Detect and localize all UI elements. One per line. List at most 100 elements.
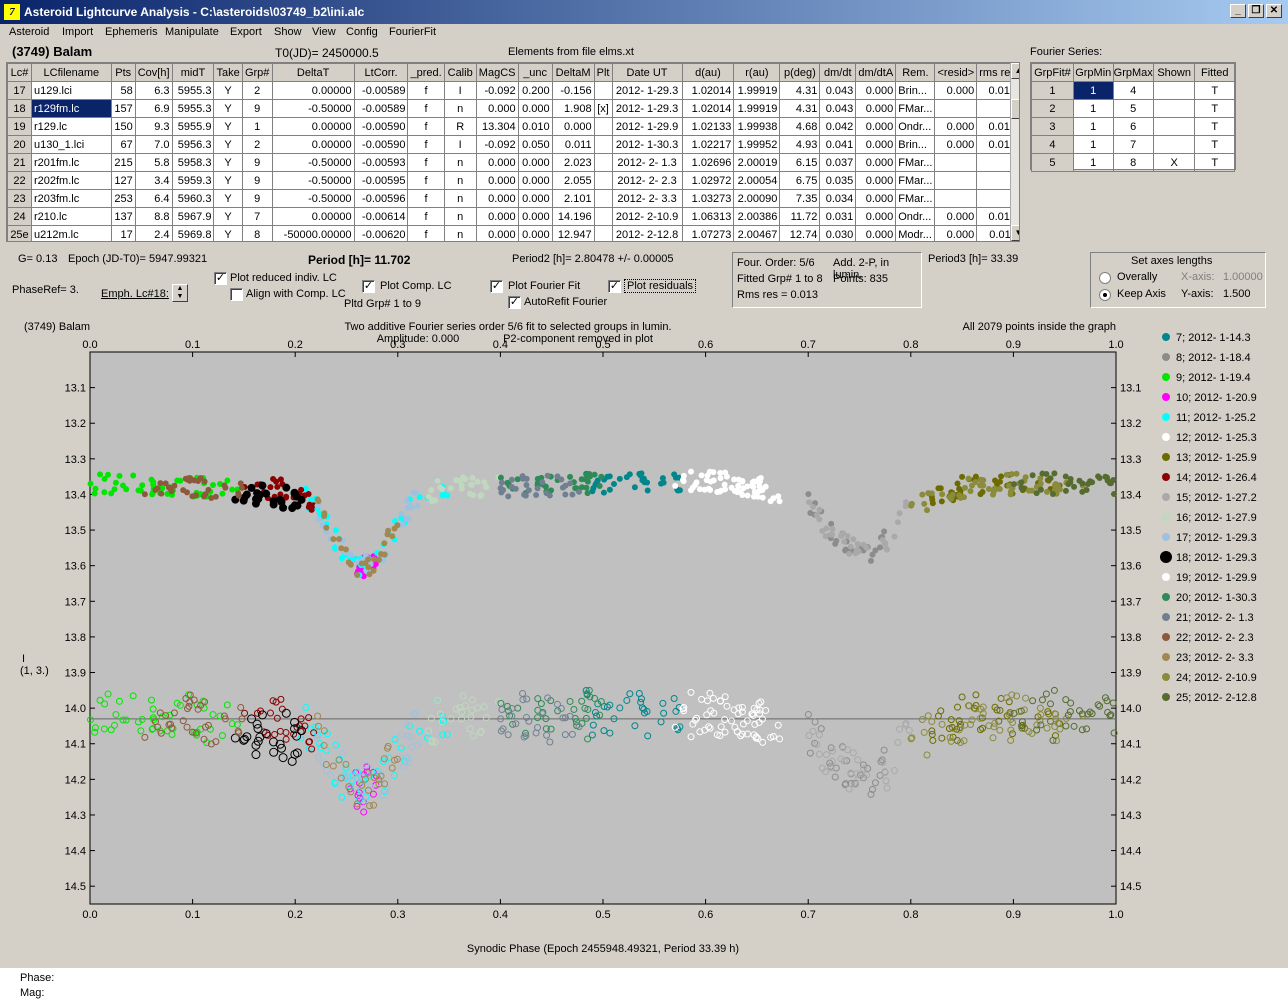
table-cell[interactable]: f (407, 189, 445, 208)
fourier-cell[interactable]: 7 (1112, 135, 1154, 154)
table-cell[interactable]: 1.99919 (733, 81, 781, 100)
table-cell[interactable]: 9.3 (134, 117, 173, 136)
table-cell[interactable]: -0.00590 (353, 117, 409, 136)
minimize-button[interactable]: _ (1230, 4, 1246, 18)
lightcurve-chart[interactable]: 0.00.00.10.10.20.20.30.30.40.40.50.50.60… (18, 316, 1270, 962)
fourier-column-header[interactable]: GrpMax (1112, 63, 1154, 82)
row-header[interactable]: 19 (7, 117, 32, 136)
table-cell[interactable]: Y (213, 81, 243, 100)
fourier-row[interactable]: 114T (1031, 81, 1235, 100)
table-cell[interactable] (934, 189, 978, 208)
menu-show[interactable]: Show (274, 26, 302, 38)
table-cell[interactable]: 0.000 (475, 225, 519, 241)
column-header[interactable]: d(au) (681, 63, 735, 82)
table-cell[interactable]: f (407, 99, 445, 118)
table-cell[interactable]: r210.lc (30, 207, 112, 226)
table-cell[interactable]: u212m.lc (30, 225, 112, 241)
table-cell[interactable]: 0.00000 (271, 207, 355, 226)
table-cell[interactable]: 2012- 2- 3.3 (611, 189, 683, 208)
table-cell[interactable]: 0.000 (475, 171, 519, 190)
table-cell[interactable]: 6.9 (134, 99, 173, 118)
table-cell[interactable]: 7 (241, 207, 273, 226)
table-cell[interactable]: 2012- 1-30.3 (611, 135, 683, 154)
table-cell[interactable]: f (407, 207, 445, 226)
table-cell[interactable]: Y (213, 99, 243, 118)
align-checkbox[interactable] (230, 288, 243, 301)
table-cell[interactable] (593, 171, 613, 190)
table-cell[interactable]: 2.023 (551, 153, 595, 172)
plot-fourier-checkbox[interactable]: ✓ (490, 280, 503, 293)
fourier-cell[interactable] (1152, 135, 1196, 154)
plot-reduced-checkbox[interactable]: ✓ (214, 272, 227, 285)
table-cell[interactable]: n (443, 99, 477, 118)
table-cell[interactable]: n (443, 153, 477, 172)
emph-spinner[interactable]: ▲ ▼ (172, 284, 188, 302)
table-cell[interactable]: 150 (110, 117, 136, 136)
table-cell[interactable]: Ondr... (895, 207, 936, 226)
table-row[interactable]: 21 r201fm.lc 215 5.8 5958.3 Y 9 -0.50000 -0.0059… (7, 153, 1019, 172)
table-cell[interactable]: 2.055 (551, 171, 595, 190)
column-header[interactable]: MagCS (475, 63, 519, 82)
table-cell[interactable]: 9 (241, 189, 273, 208)
table-cell[interactable]: 127 (110, 171, 136, 190)
table-cell[interactable]: 0.000 (934, 207, 978, 226)
table-cell[interactable]: 17 (110, 225, 136, 241)
table-cell[interactable]: FMar... (895, 153, 936, 172)
fourier-row[interactable]: 215 T (1031, 99, 1235, 118)
table-cell[interactable]: 5955.3 (171, 81, 215, 100)
table-cell[interactable] (934, 153, 978, 172)
table-cell[interactable]: u129.lci (30, 81, 112, 100)
table-cell[interactable]: 215 (110, 153, 136, 172)
table-cell[interactable]: 0.042 (819, 117, 857, 136)
table-cell[interactable]: 5959.3 (171, 171, 215, 190)
table-cell[interactable]: 9 (241, 153, 273, 172)
table-cell[interactable]: Y (213, 189, 243, 208)
table-cell[interactable]: 0.035 (819, 171, 857, 190)
table-cell[interactable]: f (407, 171, 445, 190)
table-cell[interactable]: Y (213, 225, 243, 241)
table-cell[interactable]: Modr... (895, 225, 936, 241)
table-cell[interactable]: 0.000 (934, 117, 978, 136)
table-cell[interactable]: 4.31 (779, 99, 821, 118)
table-cell[interactable]: FMar... (895, 189, 936, 208)
menu-import[interactable]: Import (62, 26, 93, 38)
fourier-cell[interactable]: 5 (1112, 99, 1154, 118)
scroll-down-button[interactable]: ▼ (1011, 225, 1019, 241)
column-header[interactable]: Plt (593, 63, 613, 82)
table-scrollbar[interactable]: ▲ ▼ (1010, 63, 1019, 241)
table-cell[interactable]: 2012- 2-12.8 (611, 225, 683, 241)
table-cell[interactable]: 5967.9 (171, 207, 215, 226)
table-cell[interactable]: I (443, 81, 477, 100)
column-header[interactable]: DeltaT (271, 63, 355, 82)
table-cell[interactable]: -0.00620 (353, 225, 409, 241)
table-cell[interactable]: -0.50000 (271, 171, 355, 190)
table-cell[interactable]: 0.011 (551, 135, 595, 154)
table-cell[interactable]: 1.02133 (681, 117, 735, 136)
column-header[interactable]: <resid> (934, 63, 978, 82)
table-cell[interactable]: -0.50000 (271, 153, 355, 172)
table-cell[interactable]: 6.15 (779, 153, 821, 172)
table-cell[interactable]: 2012- 2-10.9 (611, 207, 683, 226)
fourier-cell[interactable]: X (1152, 153, 1196, 172)
fourier-cell[interactable] (1152, 81, 1196, 100)
table-cell[interactable]: 0.000 (855, 135, 897, 154)
column-header[interactable]: DeltaM (551, 63, 595, 82)
table-cell[interactable]: 2.00090 (733, 189, 781, 208)
yaxis-value[interactable]: 1.500 (1223, 288, 1251, 300)
fourier-row-header[interactable]: 4 (1031, 135, 1074, 154)
column-header[interactable]: Pts (110, 63, 136, 82)
fourier-series-table[interactable]: GrpFit# GrpMin GrpMax Shown Fitted 114T215T3… (1030, 62, 1236, 172)
table-cell[interactable]: 5955.9 (171, 117, 215, 136)
column-header[interactable]: Lc# (7, 63, 32, 82)
table-cell[interactable]: 0.000 (855, 207, 897, 226)
fourier-column-header[interactable]: Fitted (1194, 63, 1235, 82)
fourier-row[interactable]: 417 T (1031, 135, 1235, 154)
column-header[interactable]: Grp# (241, 63, 273, 82)
table-cell[interactable]: 9 (241, 99, 273, 118)
table-cell[interactable]: 0.00000 (271, 81, 355, 100)
table-cell[interactable] (593, 81, 613, 100)
fourier-column-header[interactable]: GrpMin (1072, 63, 1114, 82)
table-cell[interactable]: -0.00614 (353, 207, 409, 226)
menu-view[interactable]: View (312, 26, 336, 38)
table-cell[interactable]: 1.03273 (681, 189, 735, 208)
